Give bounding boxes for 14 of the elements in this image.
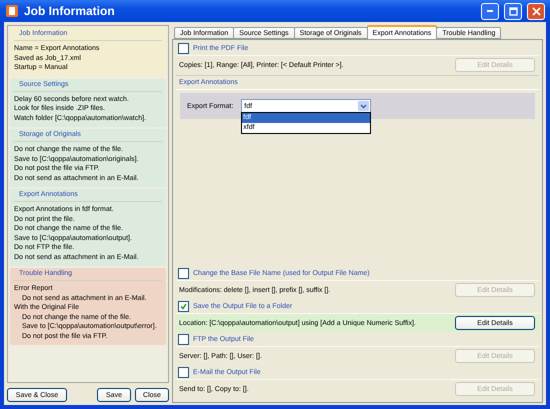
checkbox[interactable] bbox=[178, 367, 189, 378]
maximize-icon bbox=[508, 6, 518, 16]
checkbox[interactable] bbox=[178, 268, 189, 279]
chevron-down-icon bbox=[358, 101, 370, 111]
minimize-button[interactable] bbox=[481, 2, 499, 20]
app-icon bbox=[5, 4, 19, 18]
checkbox[interactable] bbox=[178, 301, 189, 312]
minimize-icon bbox=[487, 10, 493, 12]
checkbox[interactable] bbox=[178, 334, 189, 345]
window-title: Job Information bbox=[24, 4, 116, 18]
close-icon bbox=[532, 6, 540, 16]
checkbox[interactable] bbox=[178, 43, 189, 54]
maximize-button[interactable] bbox=[504, 2, 522, 20]
close-button[interactable] bbox=[527, 2, 545, 20]
